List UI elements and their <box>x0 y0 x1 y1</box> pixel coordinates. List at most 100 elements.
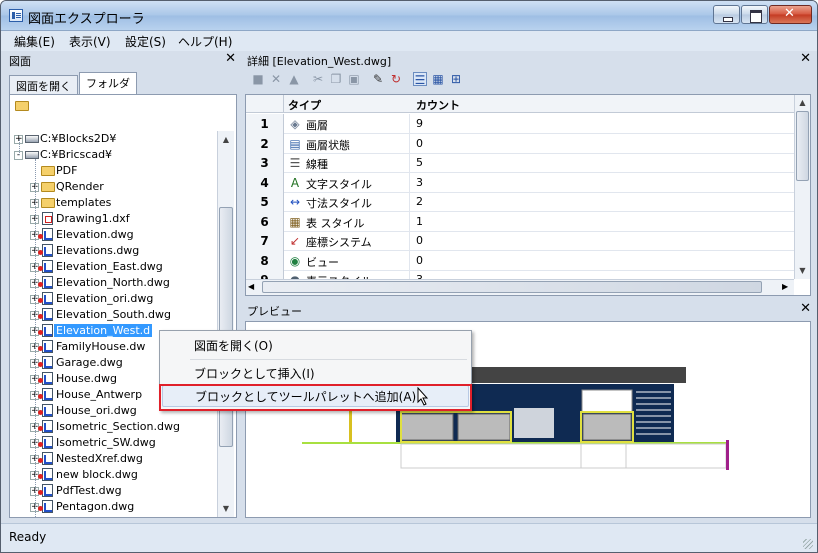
edit-pen-icon[interactable]: ✎ <box>371 72 385 86</box>
table-scrollbar[interactable]: ▲ ▼ <box>794 95 810 279</box>
tree-item-label: House_ori.dwg <box>56 404 137 417</box>
save-icon[interactable]: ■ <box>251 72 265 86</box>
scroll-down-icon[interactable]: ▼ <box>795 263 810 279</box>
menu-help[interactable]: ヘルプ(H) <box>178 33 232 50</box>
tab-open-drawing[interactable]: 図面を開く <box>9 75 78 94</box>
regen-icon[interactable]: ↻ <box>389 72 403 86</box>
close-icon[interactable]: ✕ <box>800 301 811 316</box>
tree-item[interactable]: + NestedXref.dwg <box>30 451 210 467</box>
tree-item-label: Elevation_ori.dwg <box>56 292 154 305</box>
menu-item-insert-as-block[interactable]: ブロックとして挿入(I) <box>162 362 469 384</box>
tree-item[interactable]: + Isometric_SW.dwg <box>30 435 210 451</box>
tree-item[interactable]: + Elevation_South.dwg <box>30 307 210 323</box>
count-value: 5 <box>416 156 423 169</box>
type-label: 座標システム <box>306 236 372 249</box>
tree-item[interactable]: + Elevation_ori.dwg <box>30 291 210 307</box>
row-number: 3 <box>246 153 284 173</box>
table-row[interactable]: 3 ☰ 線種 5 <box>246 153 794 173</box>
scroll-up-icon[interactable]: ▲ <box>218 131 234 148</box>
count-value: 9 <box>416 117 423 130</box>
tree-item[interactable]: + Pentagon.dwg <box>30 499 210 515</box>
menu-item-open-drawing[interactable]: 図面を開く(O) <box>162 334 469 356</box>
row-number: 5 <box>246 192 284 212</box>
menu-settings[interactable]: 設定(S) <box>125 33 166 50</box>
dwg-file-icon <box>38 340 53 353</box>
tree-item[interactable]: PDF <box>30 163 210 179</box>
scroll-thumb[interactable] <box>219 207 233 447</box>
type-label: 文字スタイル <box>306 177 372 191</box>
close-button[interactable] <box>769 5 812 24</box>
resize-grip-icon[interactable] <box>803 539 813 549</box>
minimize-button[interactable] <box>713 5 740 24</box>
scroll-right-icon[interactable]: ▶ <box>782 282 788 291</box>
cut-icon[interactable]: ✂ <box>311 72 325 86</box>
tree-item-label: C:¥Blocks2D¥ <box>40 132 117 145</box>
scroll-left-icon[interactable]: ◀ <box>248 282 254 291</box>
column-type[interactable]: タイプ <box>288 97 321 113</box>
tree-item-label: new block.dwg <box>56 468 138 481</box>
view-icon: ◉ <box>289 253 301 268</box>
tree-item-label: C:¥Bricscad¥ <box>40 148 113 161</box>
type-label: ビュー <box>306 255 339 269</box>
dwg-file-icon <box>38 372 53 385</box>
count-value: 0 <box>416 234 423 247</box>
table-row[interactable]: 2 ▤ 画層状態 0 <box>246 133 794 154</box>
table-row[interactable]: 6 ▦ 表 スタイル 1 <box>246 211 794 232</box>
tree-item[interactable]: + Drawing1.dxf <box>30 211 210 227</box>
main-window: 図面エクスプローラ 編集(E) 表示(V) 設定(S) ヘルプ(H) 図面 ✕ … <box>0 0 818 553</box>
details-view-icon[interactable]: ☰ <box>413 72 427 87</box>
purge-icon[interactable]: ▲ <box>287 72 301 86</box>
table-hscrollbar[interactable]: ◀ ▶ <box>246 279 794 295</box>
scroll-thumb[interactable] <box>796 111 809 181</box>
tree-item[interactable]: + Elevations.dwg <box>30 243 210 259</box>
tab-folder[interactable]: フォルダ <box>79 72 137 94</box>
tree-item[interactable]: + PdfTest.dwg <box>30 483 210 499</box>
tree-item-label: templates <box>56 196 112 209</box>
delete-icon[interactable]: ✕ <box>269 72 283 86</box>
hand-cursor-icon <box>417 387 429 406</box>
table-row[interactable]: 8 ◉ ビュー 0 <box>246 250 794 271</box>
scroll-down-icon[interactable]: ▼ <box>218 500 234 517</box>
details-pane-title: 詳細 [Elevation_West.dwg] <box>247 55 392 68</box>
table-row[interactable]: 7 ↙ 座標システム 0 <box>246 231 794 251</box>
drawings-pane: 図面 ✕ 図面を開く フォルダ + C:¥Blocks2D¥ - C:¥Bricsca… <box>6 51 240 520</box>
details-toolbar: ■ ✕ ▲ ✂ ❐ ▣ ✎ ↻ ☰ ▦ ⊞ <box>247 69 807 90</box>
table-row[interactable]: 4 A 文字スタイル 3 <box>246 172 794 193</box>
table-row[interactable]: 1 ◈ 画層 9 <box>246 114 794 134</box>
tree-item[interactable]: + Isometric_Section.dwg <box>30 419 210 435</box>
close-icon[interactable]: ✕ <box>225 51 236 66</box>
tree-item[interactable]: + Elevation.dwg <box>30 227 210 243</box>
dwg-file-icon <box>38 404 53 417</box>
tree-view-icon[interactable]: ⊞ <box>449 72 463 86</box>
dwg-file-icon <box>38 276 53 289</box>
folder-icon[interactable] <box>15 101 29 111</box>
maximize-button[interactable] <box>741 5 768 24</box>
table-row[interactable]: 5 ↔ 寸法スタイル 2 <box>246 192 794 212</box>
menu-view[interactable]: 表示(V) <box>69 33 111 50</box>
menu-edit[interactable]: 編集(E) <box>14 33 55 50</box>
table-style-icon: ▦ <box>289 214 301 229</box>
tree-item[interactable]: + templates <box>30 195 210 211</box>
copy-icon[interactable]: ❐ <box>329 72 343 86</box>
icons-view-icon[interactable]: ▦ <box>431 72 445 86</box>
folder-tree: + C:¥Blocks2D¥ - C:¥Bricscad¥ PDF + QRender + te… <box>10 131 216 517</box>
tree-item[interactable]: + new block.dwg <box>30 467 210 483</box>
folder-icon <box>41 198 55 208</box>
paste-icon[interactable]: ▣ <box>347 72 361 86</box>
tree-item-label: Elevations.dwg <box>56 244 140 257</box>
tree-item[interactable]: + C:¥Blocks2D¥ <box>14 131 210 147</box>
scroll-up-icon[interactable]: ▲ <box>795 95 810 111</box>
hscroll-thumb[interactable] <box>262 281 762 293</box>
drive-icon <box>25 135 39 143</box>
drawings-pane-title: 図面 <box>9 55 31 68</box>
title-bar[interactable]: 図面エクスプローラ <box>1 1 817 31</box>
tree-item[interactable]: + Elevation_East.dwg <box>30 259 210 275</box>
tree-item[interactable]: + QRender <box>30 179 210 195</box>
tree-scrollbar[interactable]: ▲ ▼ <box>217 131 234 517</box>
type-cell: ▦ 表 スタイル <box>284 211 410 232</box>
type-cell: ↙ 座標システム <box>284 231 410 251</box>
tree-item[interactable]: + Elevation_North.dwg <box>30 275 210 291</box>
close-icon[interactable]: ✕ <box>800 51 811 66</box>
tree-item[interactable]: - C:¥Bricscad¥ <box>14 147 210 163</box>
column-count[interactable]: カウント <box>416 97 460 113</box>
